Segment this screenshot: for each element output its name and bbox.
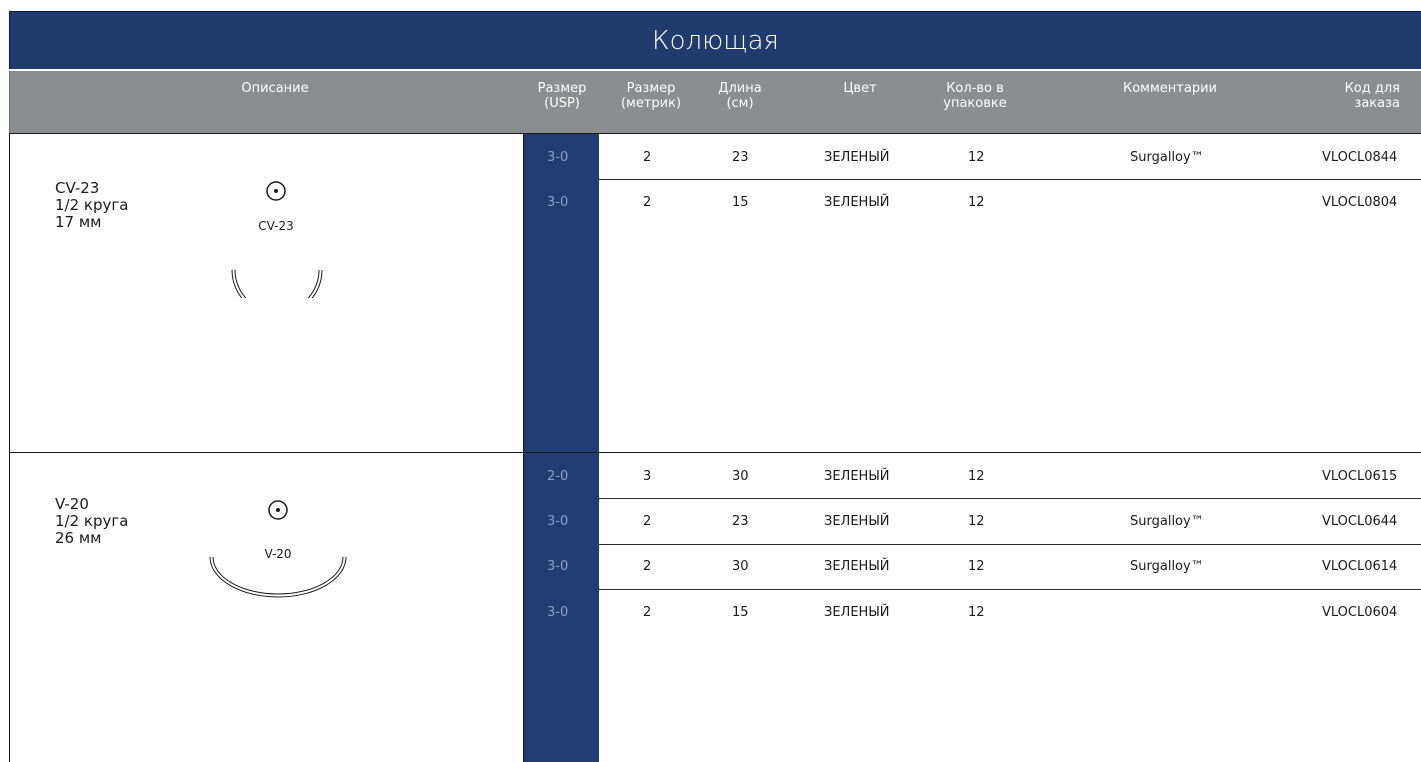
cell-pack-qty: 12: [968, 469, 985, 484]
needle-name: CV-23: [55, 179, 100, 197]
needle-cv23-icon: CV-23: [231, 181, 323, 298]
cell-length: 30: [732, 559, 749, 574]
cell-color: ЗЕЛЕНЫЙ: [824, 605, 890, 620]
cell-color: ЗЕЛЕНЫЙ: [824, 469, 890, 484]
cell-order-code: VLOCL0614: [1322, 559, 1398, 574]
cell-pack-qty: 12: [968, 605, 985, 620]
cell-size-metric: 2: [643, 195, 652, 210]
cell-size-metric: 2: [643, 150, 652, 165]
row-divider: [599, 589, 1421, 590]
needle-v20-label: V-20: [264, 547, 291, 561]
cell-pack-qty: 12: [968, 195, 985, 210]
cell-order-code: VLOCL0604: [1322, 605, 1398, 620]
cell-comments: Surgalloy™: [1130, 559, 1204, 574]
cell-order-code: VLOCL0804: [1322, 195, 1398, 210]
header-order-code: Код для заказа: [1344, 81, 1400, 111]
group-divider: [9, 133, 1421, 134]
cell-order-code: VLOCL0644: [1322, 514, 1398, 529]
header-color: Цвет: [843, 81, 877, 96]
usp-column-band: [523, 133, 599, 762]
cell-color: ЗЕЛЕНЫЙ: [824, 195, 890, 210]
cell-color: ЗЕЛЕНЫЙ: [824, 150, 890, 165]
table-left-border: [9, 133, 10, 762]
group-divider: [9, 452, 1421, 453]
header-length: Длина (см): [718, 81, 762, 111]
needle-v20-icon: V-20: [209, 500, 347, 598]
cell-size-usp: 3-0: [547, 559, 569, 574]
cell-length: 23: [732, 150, 749, 165]
cell-size-usp: 2-0: [547, 469, 569, 484]
cell-length: 15: [732, 605, 749, 620]
needle-length: 26 мм: [55, 529, 102, 547]
cell-order-code: VLOCL0844: [1322, 150, 1398, 165]
cell-size-usp: 3-0: [547, 514, 569, 529]
cell-size-metric: 2: [643, 605, 652, 620]
page: Колющая Описание Размер (USP) Размер (ме…: [0, 0, 1421, 762]
needle-curvature: 1/2 круга: [55, 196, 129, 214]
table-header: Описание Размер (USP) Размер (метрик) Дл…: [9, 71, 1421, 133]
header-size-metric: Размер (метрик): [620, 81, 682, 111]
cell-size-metric: 2: [643, 559, 652, 574]
cell-color: ЗЕЛЕНЫЙ: [824, 559, 890, 574]
cell-size-usp: 3-0: [547, 605, 569, 620]
needle-length: 17 мм: [55, 213, 102, 231]
cell-length: 15: [732, 195, 749, 210]
cell-length: 30: [732, 469, 749, 484]
cell-pack-qty: 12: [968, 150, 985, 165]
needle-curvature: 1/2 круга: [55, 512, 129, 530]
cell-size-usp: 3-0: [547, 150, 569, 165]
row-divider: [599, 179, 1421, 180]
needle-cv23-label: CV-23: [258, 219, 293, 233]
cell-size-metric: 3: [643, 469, 652, 484]
cell-size-metric: 2: [643, 514, 652, 529]
cell-size-usp: 3-0: [547, 195, 569, 210]
row-divider: [599, 498, 1421, 499]
cell-color: ЗЕЛЕНЫЙ: [824, 514, 890, 529]
cell-length: 23: [732, 514, 749, 529]
row-divider: [599, 544, 1421, 545]
cell-comments: Surgalloy™: [1130, 150, 1204, 165]
needle-name: V-20: [55, 495, 89, 513]
header-description: Описание: [241, 81, 309, 96]
header-size-usp: Размер (USP): [537, 81, 587, 111]
header-pack-qty: Кол-во в упаковке: [943, 81, 1007, 111]
cell-pack-qty: 12: [968, 559, 985, 574]
table-title: Колющая: [9, 11, 1421, 69]
cell-comments: Surgalloy™: [1130, 514, 1204, 529]
cell-order-code: VLOCL0615: [1322, 469, 1398, 484]
header-comments: Комментарии: [1123, 81, 1217, 96]
cell-pack-qty: 12: [968, 514, 985, 529]
